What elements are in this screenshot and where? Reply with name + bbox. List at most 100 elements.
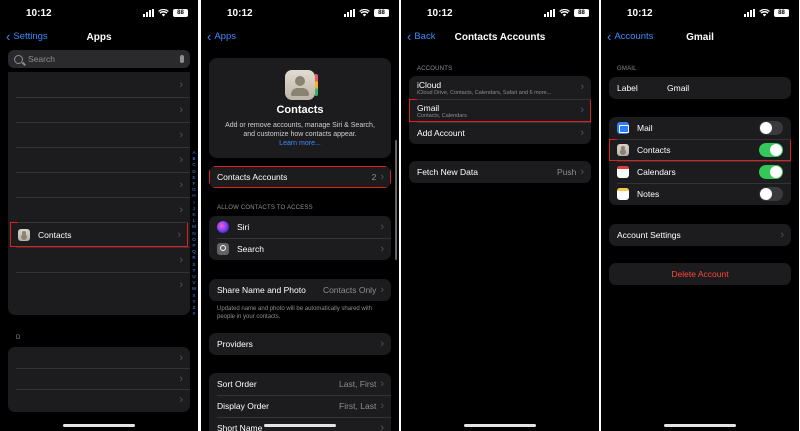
- calendars-label: Calendars: [637, 167, 676, 177]
- contacts-accounts-count: 2: [371, 172, 377, 182]
- notes-toggle[interactable]: [759, 187, 783, 201]
- battery-icon: 88: [374, 9, 389, 17]
- chevron-right-icon: ›: [380, 284, 384, 296]
- chevron-right-icon: ›: [380, 422, 384, 431]
- list-item[interactable]: ›: [8, 247, 190, 272]
- nav-bar: ‹ Back Contacts Accounts: [401, 28, 599, 48]
- notes-label: Notes: [637, 189, 660, 199]
- chevron-right-icon: ›: [177, 228, 181, 241]
- share-footnote: Updated name and photo will be automatic…: [217, 306, 373, 320]
- section-header-d: D: [16, 335, 21, 341]
- list-item[interactable]: ›: [8, 172, 190, 197]
- learn-more-link[interactable]: Learn more...: [209, 140, 391, 147]
- label-group: Label Gmail: [609, 77, 791, 99]
- status-time: 10:12: [26, 8, 52, 19]
- list-item[interactable]: ›: [8, 197, 190, 222]
- status-time: 10:12: [627, 8, 653, 19]
- list-item[interactable]: ›: [8, 347, 190, 368]
- sort-order-row[interactable]: Sort Order Last, First ›: [209, 373, 391, 395]
- chevron-right-icon: ›: [580, 166, 584, 178]
- nav-bar: ‹ Apps: [201, 28, 399, 48]
- list-item[interactable]: ›: [8, 368, 190, 389]
- sort-order-value: Last, First: [339, 379, 377, 389]
- calendars-row: Calendars: [609, 161, 791, 183]
- wifi-icon: [359, 9, 370, 17]
- label-value[interactable]: Gmail: [667, 83, 689, 93]
- list-item[interactable]: ›: [8, 122, 190, 147]
- list-item[interactable]: ›: [8, 147, 190, 172]
- list-item[interactable]: ›: [8, 272, 190, 297]
- home-indicator[interactable]: [264, 424, 336, 427]
- search-row[interactable]: Search ›: [209, 238, 391, 260]
- icloud-row[interactable]: iCloud iCloud Drive, Contacts, Calendars…: [409, 76, 591, 99]
- nav-bar: ‹ Accounts Gmail: [601, 28, 799, 48]
- page-title: Apps: [86, 32, 112, 43]
- chevron-right-icon: ›: [580, 81, 584, 93]
- chevron-right-icon: ›: [380, 378, 384, 390]
- chevron-right-icon: ›: [179, 78, 183, 91]
- chevron-right-icon: ›: [179, 351, 183, 364]
- short-name-label: Short Name: [217, 423, 263, 431]
- index-letter[interactable]: #: [193, 311, 196, 317]
- contacts-toggle[interactable]: [759, 143, 783, 157]
- contacts-hero-card: Contacts Add or remove accounts, manage …: [209, 58, 391, 158]
- status-bar: 10:12 88: [601, 8, 799, 22]
- contacts-accounts-row[interactable]: Contacts Accounts 2 ›: [209, 166, 391, 188]
- wifi-icon: [759, 9, 770, 17]
- add-account-row[interactable]: Add Account ›: [409, 122, 591, 144]
- delete-group: Delete Account: [609, 263, 791, 285]
- providers-row[interactable]: Providers ›: [209, 333, 391, 355]
- back-label: Apps: [214, 31, 236, 42]
- allow-access-header: ALLOW CONTACTS TO ACCESS: [217, 205, 313, 211]
- calendars-toggle[interactable]: [759, 165, 783, 179]
- contacts-label: Contacts: [38, 229, 72, 240]
- alphabet-index[interactable]: A B C D E F G H I J K L M N O P Q R S T U V W X Y Z #: [191, 150, 197, 317]
- search-input[interactable]: [28, 54, 180, 64]
- account-settings-row[interactable]: Account Settings ›: [609, 224, 791, 246]
- chevron-right-icon: ›: [179, 278, 183, 291]
- sort-order-label: Sort Order: [217, 379, 257, 389]
- contacts-label: Contacts: [637, 145, 671, 155]
- list-item[interactable]: ›: [8, 97, 190, 122]
- scrollbar[interactable]: [395, 140, 397, 260]
- microphone-icon[interactable]: [180, 55, 184, 63]
- label-row[interactable]: Label Gmail: [609, 77, 791, 99]
- list-item[interactable]: ›: [8, 389, 190, 410]
- contacts-accounts-label: Contacts Accounts: [217, 172, 288, 182]
- gmail-subtitle: Contacts, Calendars: [417, 112, 467, 119]
- search-app-icon: [217, 243, 229, 255]
- status-bar: 10:12 88: [401, 8, 599, 22]
- list-item[interactable]: ›: [8, 72, 190, 97]
- delete-account-label: Delete Account: [671, 269, 729, 279]
- siri-row[interactable]: Siri ›: [209, 216, 391, 238]
- gmail-row[interactable]: Gmail Contacts, Calendars ›: [409, 99, 591, 122]
- share-name-photo-row[interactable]: Share Name and Photo Contacts Only ›: [209, 279, 391, 301]
- sync-services-group: Mail Contacts Calendars Notes: [609, 117, 791, 205]
- home-indicator[interactable]: [63, 424, 135, 427]
- battery-icon: 88: [774, 9, 789, 17]
- calendar-icon: [617, 166, 629, 178]
- wifi-icon: [158, 9, 169, 17]
- home-indicator[interactable]: [664, 424, 736, 427]
- fetch-new-data-row[interactable]: Fetch New Data Push ›: [409, 161, 591, 183]
- apps-item-contacts[interactable]: Contacts ›: [10, 222, 188, 247]
- back-button[interactable]: ‹ Apps: [207, 28, 236, 44]
- order-group: Sort Order Last, First › Display Order F…: [209, 373, 391, 431]
- chevron-right-icon: ›: [380, 400, 384, 412]
- share-group: Share Name and Photo Contacts Only ›: [209, 279, 391, 301]
- search-field[interactable]: [8, 50, 190, 68]
- home-indicator[interactable]: [464, 424, 536, 427]
- icloud-subtitle: iCloud Drive, Contacts, Calendars, Safar…: [417, 89, 552, 96]
- label-key: Label: [617, 83, 638, 93]
- notes-icon: [617, 188, 629, 200]
- contacts-icon: [617, 144, 629, 156]
- gmail-account-screen: 10:12 88 ‹ Accounts Gmail GMAIL Label Gma…: [601, 0, 799, 431]
- display-order-row[interactable]: Display Order First, Last ›: [209, 395, 391, 417]
- mail-toggle[interactable]: [759, 121, 783, 135]
- chevron-left-icon: ‹: [207, 28, 212, 44]
- page-title: Gmail: [686, 32, 714, 43]
- mail-icon: [617, 122, 629, 134]
- contacts-settings-screen: 10:12 88 ‹ Apps Contacts Add or remove ac…: [201, 0, 399, 431]
- delete-account-button[interactable]: Delete Account: [609, 263, 791, 285]
- status-time: 10:12: [227, 8, 253, 19]
